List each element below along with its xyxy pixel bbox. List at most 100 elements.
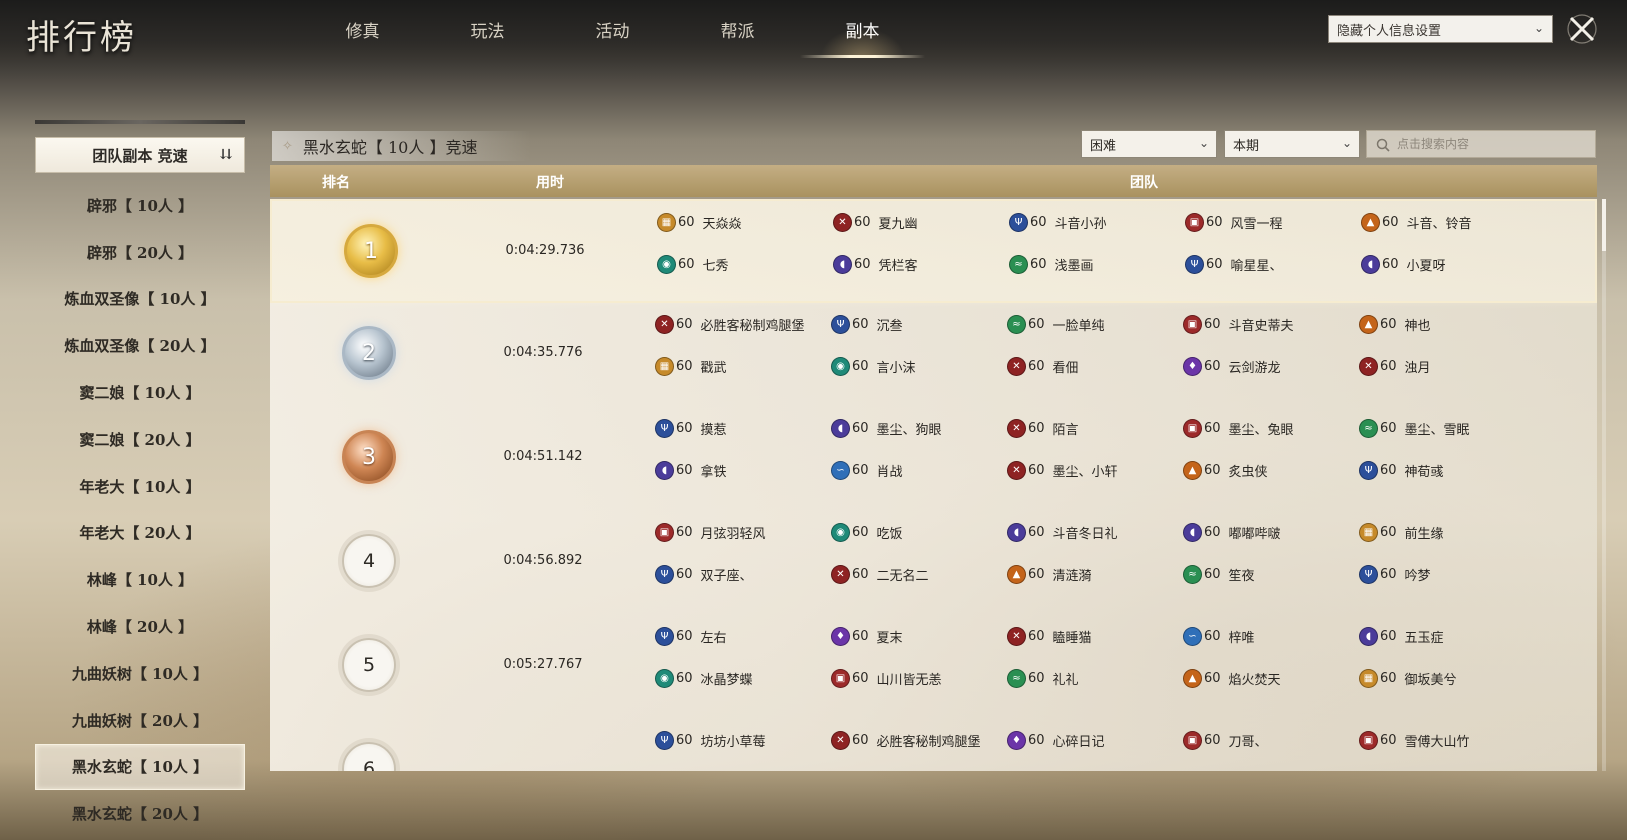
sidebar-item-dungeon[interactable]: 九曲妖树【 20人 】 bbox=[35, 697, 245, 744]
tab-dungeon[interactable]: 副本 bbox=[800, 0, 925, 58]
team-member[interactable]: ◖ 60 拿铁 bbox=[655, 459, 830, 481]
sidebar-item-dungeon[interactable]: 林峰【 20人 】 bbox=[35, 603, 245, 650]
tab-cultivation[interactable]: 修真 bbox=[300, 0, 425, 58]
member-name: 御坂美兮 bbox=[1404, 672, 1457, 688]
sidebar-item-label: 辟邪【 10人 】 bbox=[86, 196, 194, 215]
sidebar-item-dungeon[interactable]: 辟邪【 10人 】 bbox=[35, 182, 245, 229]
team-member[interactable]: Ψ 60 沉叁 bbox=[831, 313, 1006, 335]
table-row[interactable]: 6 Ψ 60 坊坊小草莓 ✕ 60 必胜客秘制鸡腿堡 ♦ 60 心碎日记 ▣ 60 刀哥、 ▣ 60 雪傅大山… bbox=[270, 719, 1597, 771]
team-member[interactable]: ▲ 60 神也 bbox=[1359, 313, 1534, 335]
member-level: 60 bbox=[676, 628, 693, 644]
category-dropdown[interactable]: 团队副本 竞速 ⇊ bbox=[35, 137, 245, 173]
team-member[interactable]: ✕ 60 陌言 bbox=[1007, 417, 1182, 439]
team-member[interactable]: ✕ 60 夏九幽 bbox=[833, 211, 1008, 233]
sidebar-item-dungeon[interactable]: 窦二娘【 20人 】 bbox=[35, 416, 245, 463]
team-member[interactable]: ◖ 60 小夏呀 bbox=[1361, 253, 1536, 275]
team-member[interactable]: ◖ 60 嘟嘟哔啵 bbox=[1183, 521, 1358, 543]
team-member[interactable]: ▲ 60 炙虫侠 bbox=[1183, 459, 1358, 481]
search-input[interactable] bbox=[1397, 137, 1587, 151]
tab-gameplay[interactable]: 玩法 bbox=[425, 0, 550, 58]
sidebar-item-dungeon[interactable]: 九曲妖树【 10人 】 bbox=[35, 650, 245, 697]
team-member[interactable]: Ψ 60 摸惹 bbox=[655, 417, 830, 439]
team-member[interactable]: ▣ 60 风雪一程 bbox=[1185, 211, 1360, 233]
member-name: 沉叁 bbox=[876, 318, 903, 334]
team-member[interactable]: ◉ 60 言小沫 bbox=[831, 355, 1006, 377]
team-member[interactable]: Ψ 60 吟梦 bbox=[1359, 563, 1534, 585]
scrollbar-thumb[interactable] bbox=[1602, 199, 1606, 251]
tab-events[interactable]: 活动 bbox=[550, 0, 675, 58]
scrollbar[interactable] bbox=[1602, 199, 1606, 771]
team-member[interactable]: ◉ 60 冰晶梦蝶 bbox=[655, 667, 830, 689]
team-member[interactable]: ▲ 60 斗音、铃音 bbox=[1361, 211, 1536, 233]
period-dropdown[interactable]: 本期 ⌄ bbox=[1224, 130, 1360, 158]
team-member[interactable]: ▣ 60 斗音史蒂夫 bbox=[1183, 313, 1358, 335]
team-member[interactable]: ▣ 60 山川皆无恙 bbox=[831, 667, 1006, 689]
team-member[interactable]: ▣ 60 墨尘、兔眼 bbox=[1183, 417, 1358, 439]
team-member[interactable]: ✕ 60 浊月 bbox=[1359, 355, 1534, 377]
team-member[interactable]: ≈60 笙夜 bbox=[1183, 563, 1358, 585]
team-member[interactable]: ≈60 浅墨画 bbox=[1009, 253, 1184, 275]
member-name: 看佃 bbox=[1052, 360, 1079, 376]
member-name: 神荀彧 bbox=[1404, 464, 1444, 480]
team-member[interactable]: ◖ 60 墨尘、狗眼 bbox=[831, 417, 1006, 439]
privacy-settings-dropdown[interactable]: 隐藏个人信息设置 ⌄ bbox=[1328, 15, 1553, 43]
team-member[interactable]: Ψ 60 双子座、 bbox=[655, 563, 830, 585]
team-member[interactable]: ▲ 60 焰火焚天 bbox=[1183, 667, 1358, 689]
difficulty-dropdown[interactable]: 困难 ⌄ bbox=[1081, 130, 1217, 158]
team-member[interactable]: ▦ 60 前生缘 bbox=[1359, 521, 1534, 543]
close-button[interactable] bbox=[1566, 13, 1598, 45]
school-fire-icon: ▲ bbox=[1007, 564, 1026, 584]
table-row[interactable]: 3 0:04:51.142 Ψ 60 摸惹 ◖ 60 墨尘、狗眼 ✕ 60 陌言 ▣ 60 墨尘、兔眼 ≈6… bbox=[270, 407, 1597, 511]
team-member[interactable]: ✕ 60 看佃 bbox=[1007, 355, 1182, 377]
table-row[interactable]: 2 0:04:35.776 ✕ 60 必胜客秘制鸡腿堡 Ψ 60 沉叁 ≈60 一脸单纯 ▣ 60 斗音… bbox=[270, 303, 1597, 407]
team-member[interactable]: ≈60 一脸单纯 bbox=[1007, 313, 1182, 335]
team-member[interactable]: ◖ 60 斗音冬日礼 bbox=[1007, 521, 1182, 543]
team-member[interactable]: ≈60 礼礼 bbox=[1007, 667, 1182, 689]
team-member[interactable]: ◉ 60 吃饭 bbox=[831, 521, 1006, 543]
table-row[interactable]: 1 0:04:29.736 ▦ 60 天焱焱 ✕ 60 夏九幽 Ψ 60 斗音小孙 ▣ 60 风雪一程 ▲ 6… bbox=[270, 199, 1597, 303]
team-member[interactable]: ◖ 60 凭栏客 bbox=[833, 253, 1008, 275]
tab-guild[interactable]: 帮派 bbox=[675, 0, 800, 58]
team-member[interactable]: Ψ 60 左右 bbox=[655, 625, 830, 647]
team-member[interactable]: ✕ 60 二无名二 bbox=[831, 563, 1006, 585]
team-member[interactable]: Ψ 60 斗音小孙 bbox=[1009, 211, 1184, 233]
sidebar-item-dungeon[interactable]: 炼血双圣像【 10人 】 bbox=[35, 276, 245, 323]
sidebar-item-dungeon[interactable]: 炼血双圣像【 20人 】 bbox=[35, 322, 245, 369]
team-member[interactable]: ▦ 60 天焱焱 bbox=[657, 211, 832, 233]
table-row[interactable]: 5 0:05:27.767 Ψ 60 左右 ♦ 60 夏末 ✕ 60 瞌睡猫 ∽ 60 梓唯 ◖ 60 五玉症 ◉… bbox=[270, 615, 1597, 719]
sidebar-item-dungeon[interactable]: 辟邪【 20人 】 bbox=[35, 229, 245, 276]
team-member[interactable]: ▣ 60 刀哥、 bbox=[1183, 729, 1358, 751]
team-member[interactable]: ✕ 60 墨尘、小轩 bbox=[1007, 459, 1182, 481]
school-fire-icon: ▲ bbox=[1183, 460, 1202, 480]
sidebar-item-label: 炼血双圣像【 20人 】 bbox=[64, 337, 216, 356]
sidebar-item-dungeon[interactable]: 黑水玄蛇【 10人 】 bbox=[35, 743, 245, 791]
team-member[interactable]: ∽ 60 梓唯 bbox=[1183, 625, 1358, 647]
team-member[interactable]: ♦ 60 心碎日记 bbox=[1007, 729, 1182, 751]
team-member[interactable]: Ψ 60 神荀彧 bbox=[1359, 459, 1534, 481]
tab-bar: 修真 玩法 活动 帮派 副本 bbox=[300, 0, 925, 60]
sidebar-item-dungeon[interactable]: 年老大【 20人 】 bbox=[35, 510, 245, 557]
table-row[interactable]: 4 0:04:56.892 ▣ 60 月弦羽轻风 ◉ 60 吃饭 ◖ 60 斗音冬日礼 ◖ 60 嘟嘟哔啵… bbox=[270, 511, 1597, 615]
team-member[interactable]: ≈60 墨尘、雪眠 bbox=[1359, 417, 1534, 439]
team-member[interactable]: Ψ 60 坊坊小草莓 bbox=[655, 729, 830, 751]
team-member[interactable]: ▲ 60 清涟漪 bbox=[1007, 563, 1182, 585]
sidebar-item-dungeon[interactable]: 林峰【 10人 】 bbox=[35, 556, 245, 603]
team-member[interactable]: ✕ 60 必胜客秘制鸡腿堡 bbox=[831, 729, 1006, 751]
team-member[interactable]: ▦ 60 御坂美兮 bbox=[1359, 667, 1534, 689]
team-member[interactable]: ✕ 60 瞌睡猫 bbox=[1007, 625, 1182, 647]
team-member[interactable]: ▦ 60 戳武 bbox=[655, 355, 830, 377]
team-member[interactable]: Ψ 60 喻星星、 bbox=[1185, 253, 1360, 275]
team-member[interactable]: ◖ 60 五玉症 bbox=[1359, 625, 1534, 647]
team-member[interactable]: ∽ 60 肖战 bbox=[831, 459, 1006, 481]
team-member[interactable]: ♦ 60 云剑游龙 bbox=[1183, 355, 1358, 377]
sidebar-item-dungeon[interactable]: 黑水玄蛇【 20人 】 bbox=[35, 790, 245, 837]
member-name: 浊月 bbox=[1404, 360, 1431, 376]
team-member[interactable]: ♦ 60 夏末 bbox=[831, 625, 1006, 647]
team-member[interactable]: ▣ 60 雪傅大山竹 bbox=[1359, 729, 1534, 751]
sidebar-item-dungeon[interactable]: 窦二娘【 10人 】 bbox=[35, 369, 245, 416]
team-member[interactable]: ◉ 60 七秀 bbox=[657, 253, 832, 275]
team-member[interactable]: ✕ 60 必胜客秘制鸡腿堡 bbox=[655, 313, 830, 335]
school-teal-icon: ◉ bbox=[657, 254, 676, 274]
team-member[interactable]: ▣ 60 月弦羽轻风 bbox=[655, 521, 830, 543]
sidebar-item-dungeon[interactable]: 年老大【 10人 】 bbox=[35, 463, 245, 510]
